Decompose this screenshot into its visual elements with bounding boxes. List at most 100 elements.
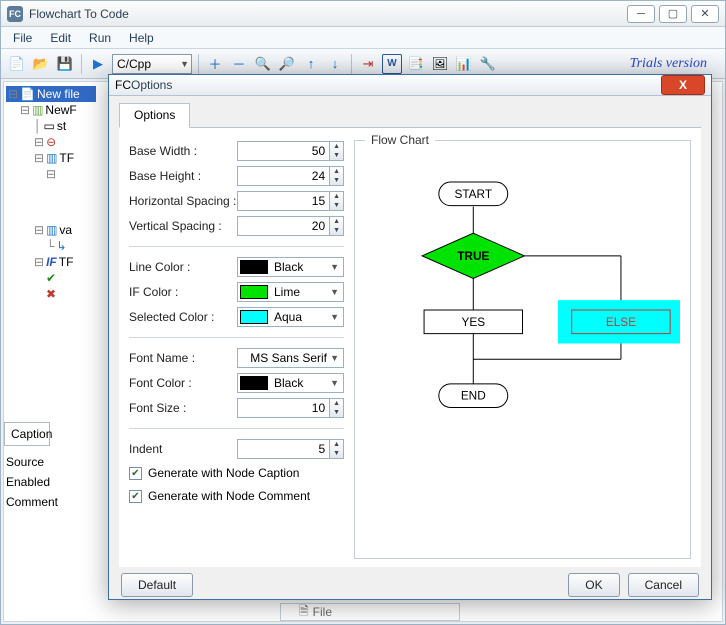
label-line-color: Line Color : [129,260,237,274]
tree-item[interactable]: ⊟IFTF [6,254,96,270]
main-titlebar: FC Flowchart To Code ─ ▢ ✕ [1,1,725,27]
ok-button[interactable]: OK [568,573,619,597]
svg-text:ELSE: ELSE [606,315,636,329]
dialog-close-button[interactable]: X [661,75,705,95]
app-icon: FC [115,78,131,92]
save-icon[interactable]: 💾 [55,54,75,74]
app-icon: FC [7,6,23,22]
run-icon[interactable]: ▶ [88,54,108,74]
cancel-button[interactable]: Cancel [628,573,699,597]
chevron-down-icon: ▼ [330,312,339,322]
flowchart-preview: Flow Chart START TRUE [354,140,691,559]
chevron-down-icon: ▼ [330,378,339,388]
new-file-icon[interactable]: 📄 [7,54,27,74]
spinner[interactable]: ▲▼ [330,398,344,418]
checkbox-icon: ✔ [129,490,142,503]
tree-panel: ⊟📄New file ⊟▥NewF │▭st ⊟⊖ ⊟▥TF ⊟ ⊟▥va └↳… [4,82,98,621]
tab-options[interactable]: Options [119,103,190,128]
label-base-width: Base Width : [129,144,237,158]
menu-run[interactable]: Run [81,29,119,47]
tree-item[interactable]: └↳ [6,238,96,254]
language-combo[interactable]: C/Cpp ▼ [112,54,192,74]
chevron-down-icon: ▼ [330,262,339,272]
checkbox-icon: ✔ [129,467,142,480]
tree-item[interactable]: ⊟⊖ [6,134,96,150]
font-size-input[interactable] [237,398,330,418]
tree-item[interactable]: │▭st [6,118,96,134]
gen-caption-check[interactable]: ✔ Generate with Node Caption [129,463,344,483]
side-properties: Caption Source Enabled Comment [4,422,98,512]
base-height-input[interactable] [237,166,330,186]
label-font-color: Font Color : [129,376,237,390]
comment-label: Comment [4,492,98,512]
source-label: Source [4,452,98,472]
gen-comment-check[interactable]: ✔ Generate with Node Comment [129,486,344,506]
arrow-up-icon[interactable]: ↑ [301,54,321,74]
export-icon[interactable]: 📑 [406,54,426,74]
selected-color-combo[interactable]: Aqua▼ [237,307,344,327]
h-spacing-input[interactable] [237,191,330,211]
font-name-combo[interactable]: MS Sans Serif▼ [237,348,344,368]
arrow-down-icon[interactable]: ↓ [325,54,345,74]
language-value: C/Cpp [117,57,151,71]
window-title: Flowchart To Code [29,7,627,21]
minimize-button[interactable]: ─ [627,5,655,23]
zoom-out-icon[interactable]: 🔎 [277,54,297,74]
chevron-down-icon: ▼ [330,287,339,297]
if-color-combo[interactable]: Lime▼ [237,282,344,302]
preview-legend: Flow Chart [365,133,435,147]
label-selected-color: Selected Color : [129,310,237,324]
tree-item[interactable]: ✔ [6,270,96,286]
plus-icon[interactable]: ＋ [205,54,225,74]
label-font-size: Font Size : [129,401,237,415]
tree-root[interactable]: ⊟📄New file [6,86,96,102]
picture-icon[interactable]: 🖼 [430,54,450,74]
options-dialog: FC Options X Options Base Width : ▲▼ Bas… [108,74,712,600]
enabled-label: Enabled [4,472,98,492]
dialog-titlebar: FC Options X [109,75,711,96]
minus-icon[interactable]: － [229,54,249,74]
tree-item[interactable]: ⊟ [6,166,96,182]
maximize-button[interactable]: ▢ [659,5,687,23]
v-spacing-input[interactable] [237,216,330,236]
chevron-down-icon: ▼ [180,59,189,69]
svg-text:END: END [461,389,486,403]
tree-item[interactable]: ⊟▥NewF [6,102,96,118]
label-font-name: Font Name : [129,351,237,365]
tree-item[interactable]: ⊟▥va [6,222,96,238]
default-button[interactable]: Default [121,573,193,597]
options-form: Base Width : ▲▼ Base Height : ▲▼ Horizon… [129,140,344,559]
open-icon[interactable]: 📂 [31,54,51,74]
tree-item[interactable]: ⊟▥TF [6,150,96,166]
label-indent: Indent [129,442,237,456]
caption-tab[interactable]: Caption [4,422,50,446]
label-base-height: Base Height : [129,169,237,183]
label-h-spacing: Horizontal Spacing : [129,194,237,208]
word-icon[interactable]: W [382,54,402,74]
chart-icon[interactable]: 📊 [454,54,474,74]
menu-file[interactable]: File [5,29,40,47]
indent-input[interactable] [237,439,330,459]
menu-edit[interactable]: Edit [42,29,79,47]
svg-text:YES: YES [461,315,485,329]
line-color-combo[interactable]: Black▼ [237,257,344,277]
menubar: File Edit Run Help [1,27,725,49]
spinner[interactable]: ▲▼ [330,191,344,211]
zoom-in-icon[interactable]: 🔍 [253,54,273,74]
font-color-combo[interactable]: Black▼ [237,373,344,393]
chevron-down-icon: ▼ [330,353,339,363]
spinner[interactable]: ▲▼ [330,166,344,186]
tree-item[interactable]: ✖ [6,286,96,302]
label-v-spacing: Vertical Spacing : [129,219,237,233]
spinner[interactable]: ▲▼ [330,439,344,459]
import-icon[interactable]: ⇥ [358,54,378,74]
close-button[interactable]: ✕ [691,5,719,23]
spinner[interactable]: ▲▼ [330,216,344,236]
label-if-color: IF Color : [129,285,237,299]
flowchart-canvas: START TRUE YES ELSE END [365,151,680,548]
menu-help[interactable]: Help [121,29,162,47]
spinner[interactable]: ▲▼ [330,141,344,161]
settings-icon[interactable]: 🔧 [478,54,498,74]
svg-text:TRUE: TRUE [457,249,489,263]
base-width-input[interactable] [237,141,330,161]
